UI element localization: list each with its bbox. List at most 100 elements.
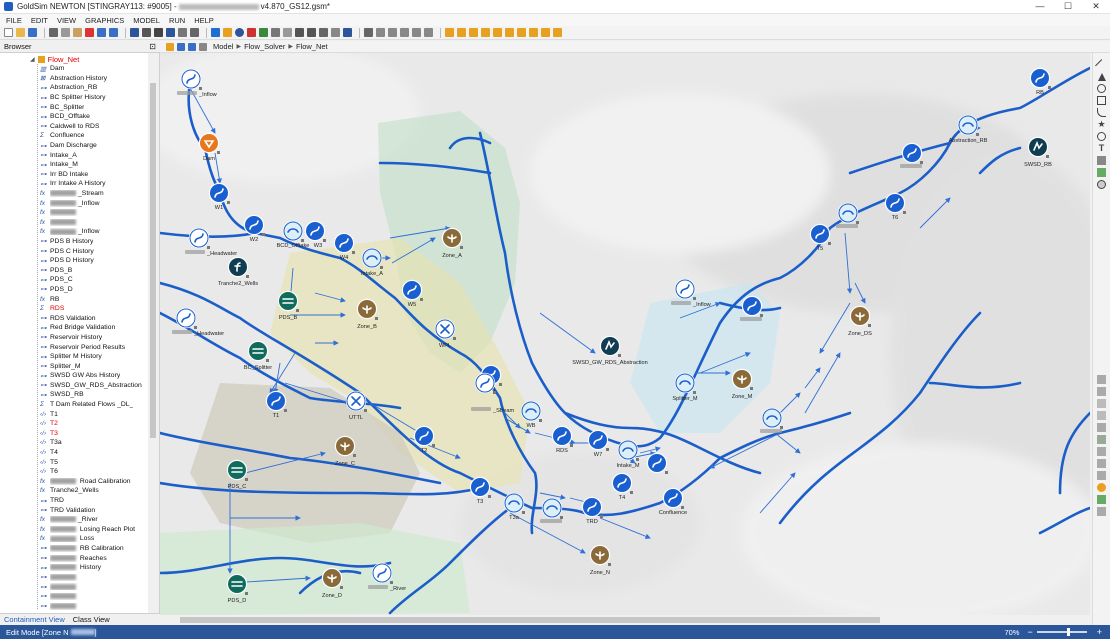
tree-item[interactable]: ⊶ Reservoir Period Results (40, 342, 148, 352)
node-port[interactable] (760, 314, 763, 317)
node-port[interactable] (750, 387, 753, 390)
node-port[interactable] (1048, 86, 1051, 89)
tree-item[interactable]: ⊶ Splitter_M (40, 361, 148, 371)
pds-node[interactable]: PDS_B (277, 290, 299, 321)
pds-node[interactable]: PDS_C (226, 459, 248, 490)
tree-item[interactable]: ⊶ SWSD_GW_RDS_Abstraction (40, 381, 148, 391)
node-port[interactable] (976, 133, 979, 136)
pin-icon[interactable]: ⊡ (149, 42, 156, 51)
zone-node[interactable]: Zone_N (589, 544, 611, 576)
node-port[interactable] (390, 581, 393, 584)
node-port[interactable] (630, 491, 633, 494)
node-port[interactable] (284, 409, 287, 412)
open-icon[interactable] (16, 28, 25, 37)
line-tool-icon[interactable] (1095, 59, 1108, 72)
tree-item[interactable]: ⊶ (40, 601, 148, 611)
tree-item[interactable]: ⊶ Reservoir History (40, 333, 148, 343)
tree-item[interactable]: ‹/› T5 (40, 457, 148, 467)
palette-icon-1[interactable] (1097, 375, 1106, 384)
tree-item[interactable]: fx (40, 208, 148, 218)
tree-item[interactable]: ⊶ PDS C History (40, 246, 148, 256)
zone-node[interactable]: Zone_M (732, 368, 753, 400)
text-tool-icon[interactable]: T (1097, 144, 1106, 153)
image-icon[interactable] (331, 28, 340, 37)
arrange-icon-6[interactable] (505, 28, 514, 37)
align-left-icon[interactable] (376, 28, 385, 37)
node-port[interactable] (493, 391, 496, 394)
node-port[interactable] (681, 506, 684, 509)
node-port[interactable] (499, 383, 502, 386)
palette-icon-2[interactable] (1097, 387, 1106, 396)
link-icon[interactable] (271, 28, 280, 37)
tree-item[interactable]: ⊶ (40, 592, 148, 602)
arrange-icon-10[interactable] (553, 28, 562, 37)
rectangle-tool-icon[interactable] (1097, 96, 1106, 105)
node-port[interactable] (856, 221, 859, 224)
zoom-in-icon[interactable]: + (1097, 627, 1102, 637)
node-port[interactable] (352, 251, 355, 254)
tree-item[interactable]: ⊶ RB Calibration (40, 544, 148, 554)
node-port[interactable] (353, 454, 356, 457)
tree-item[interactable]: ⊶ Red Bridge Validation (40, 323, 148, 333)
tree-item[interactable]: fx Losing Reach Plot (40, 525, 148, 535)
new-icon[interactable] (4, 28, 13, 37)
tree-item[interactable]: fx _River (40, 515, 148, 525)
node-port[interactable] (432, 444, 435, 447)
paste-icon[interactable] (73, 28, 82, 37)
tree-root[interactable]: ◢ Flow_Net (30, 54, 79, 64)
align-bottom-icon[interactable] (424, 28, 433, 37)
tree-item[interactable]: ⊶ SWSD GW Abs History (40, 371, 148, 381)
node-port[interactable] (828, 242, 831, 245)
tree-item[interactable]: fx RB (40, 294, 148, 304)
zoom-slider-knob[interactable] (1066, 628, 1070, 636)
menu-graphics[interactable]: GRAPHICS (85, 16, 124, 25)
tag-icon[interactable] (283, 28, 292, 37)
model-canvas[interactable]: _Inflow Dam W1 _Headwater W2 BCD_Offtake W3 W4 I… (160, 53, 1090, 615)
tree-item[interactable]: ⊶ SWSD_RB (40, 390, 148, 400)
node-port[interactable] (323, 239, 326, 242)
palette-icon-3[interactable] (1097, 399, 1106, 408)
maximize-button[interactable]: ☐ (1054, 1, 1082, 12)
zone-node[interactable]: Zone_C (334, 435, 356, 467)
pds-node[interactable]: PDS_D (226, 573, 248, 604)
node-port[interactable] (217, 151, 220, 154)
node-port[interactable] (364, 409, 367, 412)
arrange-icon-9[interactable] (541, 28, 550, 37)
tree-item[interactable]: ⊠ Abstraction History (40, 74, 148, 84)
redo-icon[interactable] (109, 28, 118, 37)
palette-icon-6[interactable] (1097, 435, 1106, 444)
node-port[interactable] (296, 309, 299, 312)
lightbulb-icon[interactable] (1097, 483, 1106, 492)
node-port[interactable] (570, 444, 573, 447)
arrange-icon-1[interactable] (445, 28, 454, 37)
node-port[interactable] (780, 426, 783, 429)
align-top-icon[interactable] (412, 28, 421, 37)
menu-model[interactable]: MODEL (133, 16, 160, 25)
back-icon[interactable] (177, 42, 185, 51)
node-port[interactable] (1046, 155, 1049, 158)
save-icon[interactable] (28, 28, 37, 37)
split-node[interactable]: Intake_M (616, 439, 640, 469)
tree-item[interactable]: fx Loss (40, 534, 148, 544)
node-port[interactable] (560, 516, 563, 519)
tree-item[interactable]: ⊶ Irr Intake A History (40, 179, 148, 189)
curve-tool-icon[interactable] (1097, 108, 1106, 117)
tree-item[interactable]: ⊶ TRD Validation (40, 505, 148, 515)
node-port[interactable] (920, 161, 923, 164)
node-port[interactable] (600, 515, 603, 518)
node-port[interactable] (301, 239, 304, 242)
node-port[interactable] (608, 563, 611, 566)
node-port[interactable] (903, 211, 906, 214)
arrange-icon-5[interactable] (493, 28, 502, 37)
tree-item[interactable]: Σ T Dam Related Flows _DL_ (40, 400, 148, 410)
filter-icon[interactable] (166, 28, 175, 37)
table-icon[interactable] (307, 28, 316, 37)
grid-icon[interactable] (142, 28, 151, 37)
tree-item[interactable]: ⊶ (40, 572, 148, 582)
tree-item[interactable]: fx _Stream (40, 189, 148, 199)
palette-icon-4[interactable] (1097, 411, 1106, 420)
breadcrumb-model[interactable]: Model (213, 42, 233, 51)
close-button[interactable]: ✕ (1082, 1, 1110, 12)
flow-network-diagram[interactable]: _Inflow Dam W1 _Headwater W2 BCD_Offtake W3 W4 I… (160, 53, 1090, 615)
tree-item[interactable]: Σ Confluence (40, 131, 148, 141)
